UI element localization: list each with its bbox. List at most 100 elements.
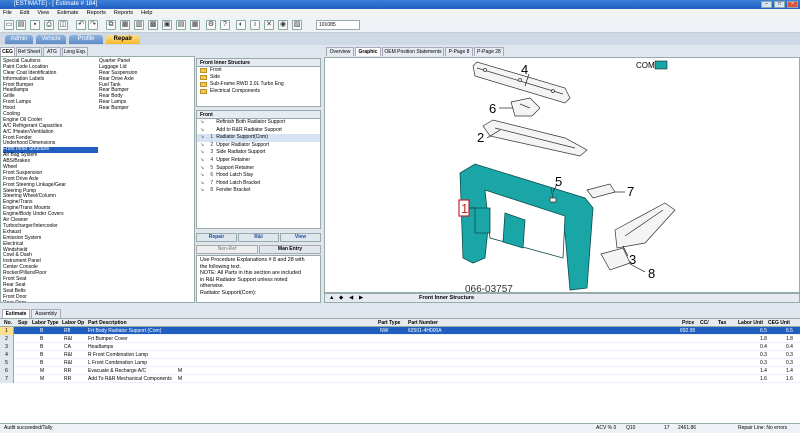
part-item[interactable]: ↘ Refinish Both Radiator Support	[197, 119, 320, 127]
grid-icon[interactable]: ▩	[148, 20, 158, 30]
table-row[interactable]: 4 B R&I R Front Combination Lamp 0.3 0.3	[0, 351, 800, 359]
part-side-radiator-support[interactable]	[614, 202, 676, 249]
menu-file[interactable]: File	[3, 9, 12, 17]
copy-icon[interactable]: ⧉	[106, 20, 116, 30]
save-icon[interactable]: ▪	[30, 20, 40, 30]
open-icon[interactable]: ▤	[16, 20, 26, 30]
tools-icon[interactable]: ✕	[264, 20, 274, 30]
part-item[interactable]: ↘ 6 Hood Latch Stay	[197, 172, 320, 180]
part-item[interactable]: ↘ 3 Side Radiator Support	[197, 149, 320, 157]
part-upper-radiator-support[interactable]	[482, 119, 588, 157]
non-ref-button[interactable]: Non-Ref	[196, 245, 258, 254]
tool-icon: ↘	[200, 126, 205, 133]
menu-view[interactable]: View	[37, 9, 49, 17]
undo-icon[interactable]: ↶	[76, 20, 86, 30]
tab-admin[interactable]: Admin	[5, 35, 33, 44]
menu-help[interactable]: Help	[141, 9, 152, 17]
tab-overview[interactable]: Overview	[326, 47, 354, 56]
minimize-button[interactable]: –	[761, 1, 772, 8]
tab-assembly[interactable]: Assembly	[31, 309, 61, 318]
view-button[interactable]: View	[280, 233, 321, 242]
part-radiator-support[interactable]	[459, 163, 594, 291]
row-number[interactable]: 7	[0, 375, 14, 383]
preview-icon[interactable]: ◫	[58, 20, 68, 30]
col-labor-unit: Labor Unit	[738, 320, 763, 326]
new-icon[interactable]: ▭	[4, 20, 14, 30]
lock-icon[interactable]: ◐	[236, 20, 246, 30]
table-row[interactable]: 6 M RR Evacuate & Recharge A/C M 1.4 1.4	[0, 367, 800, 375]
photo-icon[interactable]: ▨	[292, 20, 302, 30]
tab-graphic[interactable]: Graphic	[355, 47, 381, 56]
row-number[interactable]: 3	[0, 343, 14, 351]
part-item[interactable]: ↘ 8 Fender Bracket	[197, 187, 320, 195]
tab-long-exp[interactable]: Long Exp.	[62, 47, 88, 56]
row-number[interactable]: 4	[0, 351, 14, 359]
image-icon[interactable]: ▣	[162, 20, 172, 30]
parts-diagram[interactable]: COM 4 6 2 1 5 7 3 8 066-03757	[324, 57, 800, 295]
redo-icon[interactable]: ↷	[88, 20, 98, 30]
part-item[interactable]: ↘ 4 Upper Retainer	[197, 157, 320, 165]
tab-ceg[interactable]: CEG	[0, 47, 15, 56]
calc-icon[interactable]: ▦	[190, 20, 200, 30]
tab-atg[interactable]: ATG	[43, 47, 61, 56]
tree-item[interactable]: Side	[197, 74, 320, 81]
layout-icon[interactable]: ▥	[134, 20, 144, 30]
table-row[interactable]: 5 B R&I L Front Combination Lamp 0.3 0.3	[0, 359, 800, 367]
tab-p-page-28[interactable]: P-Page 28	[474, 47, 504, 56]
maximize-button[interactable]: □	[774, 1, 785, 8]
chart-icon[interactable]: ▤	[176, 20, 186, 30]
part-item[interactable]: ↘ 5 Support Retainer	[197, 165, 320, 173]
tab-estimate[interactable]: Estimate	[2, 309, 30, 318]
table-row[interactable]: 2 B R&I Frt Bumper Cover 1.8 1.8	[0, 335, 800, 343]
table-row[interactable]: 1 B Rfl Frt Body Radiator Support (Com) NW 62…	[0, 327, 800, 335]
menu-edit[interactable]: Edit	[20, 9, 29, 17]
category-item[interactable]: Rear Door	[3, 300, 98, 302]
part-number: 6	[210, 172, 214, 179]
tab-profile[interactable]: Profile	[69, 35, 103, 44]
tree-list: Front Side Sub-Frame RWD 2.0L Turbo Eng Ele…	[196, 67, 321, 107]
menu-reports[interactable]: Reports	[87, 9, 106, 17]
row-number[interactable]: 2	[0, 335, 14, 343]
part-item[interactable]: ↘ Add to R&R Radiator Support	[197, 127, 320, 135]
prev-first-icon[interactable]: ▲	[329, 294, 334, 302]
tab-ref-sheet[interactable]: Ref Sheet	[16, 47, 42, 56]
next-icon[interactable]: ▶	[359, 294, 363, 302]
part-label: Upper Radiator Support	[216, 141, 270, 148]
tab-oem-position[interactable]: OEM Position Statements	[382, 47, 444, 56]
part-item[interactable]: ↘ 1 Radiator Support(Com)	[197, 134, 320, 142]
zoom-icon[interactable]: ◆	[339, 294, 343, 302]
info-icon[interactable]: i	[250, 20, 260, 30]
help-icon[interactable]: ?	[220, 20, 230, 30]
part-hood-latch-bracket[interactable]	[586, 183, 616, 199]
category-column-1: Special Cautions Paint Code Location Clear…	[3, 58, 98, 302]
tree-item[interactable]: Front	[197, 67, 320, 74]
prev-icon[interactable]: ◀	[349, 294, 353, 302]
camera-icon[interactable]: ◉	[278, 20, 288, 30]
estimate-id-field[interactable]: 101085	[316, 20, 360, 30]
part-hood-latch-stay[interactable]	[510, 97, 541, 117]
row-number[interactable]: 5	[0, 359, 14, 367]
settings-icon[interactable]: ⚙	[206, 20, 216, 30]
print-icon[interactable]: ⎙	[44, 20, 54, 30]
category-item[interactable]: Rear Bumper	[99, 105, 189, 112]
table-row[interactable]: 3 B CA Headlamps 0.4 0.4	[0, 343, 800, 351]
note-line: Use Procedure Explanations # 8 and 28 wi…	[200, 257, 305, 263]
tab-vehicle[interactable]: Vehicle	[36, 35, 66, 44]
menu-estimate[interactable]: Estimate	[57, 9, 78, 17]
repair-button[interactable]: Repair	[196, 233, 237, 242]
table-icon[interactable]: ▦	[120, 20, 130, 30]
row-number[interactable]: 1	[0, 327, 14, 335]
part-item[interactable]: ↘ 2 Upper Radiator Support	[197, 142, 320, 150]
row-number[interactable]: 6	[0, 367, 14, 375]
part-item[interactable]: ↘ 7 Hood Latch Bracket	[197, 180, 320, 188]
tree-item[interactable]: Electrical Components	[197, 88, 320, 95]
graphic-footer: ▲ ◆ ◀ ▶ Front Inner Structure	[324, 293, 800, 303]
menu-reports-2[interactable]: Reports	[114, 9, 133, 17]
close-button[interactable]: ×	[787, 1, 798, 8]
r-and-i-button[interactable]: R&I	[238, 233, 279, 242]
man-entry-button[interactable]: Man Entry	[259, 245, 321, 254]
table-row[interactable]: 7 M RR Add To R&R Mechanical Components M 1.6…	[0, 375, 800, 383]
tab-p-page-8[interactable]: P-Page 8	[445, 47, 473, 56]
tree-item[interactable]: Sub-Frame RWD 2.0L Turbo Eng	[197, 81, 320, 88]
tab-repair[interactable]: Repair	[106, 35, 140, 44]
